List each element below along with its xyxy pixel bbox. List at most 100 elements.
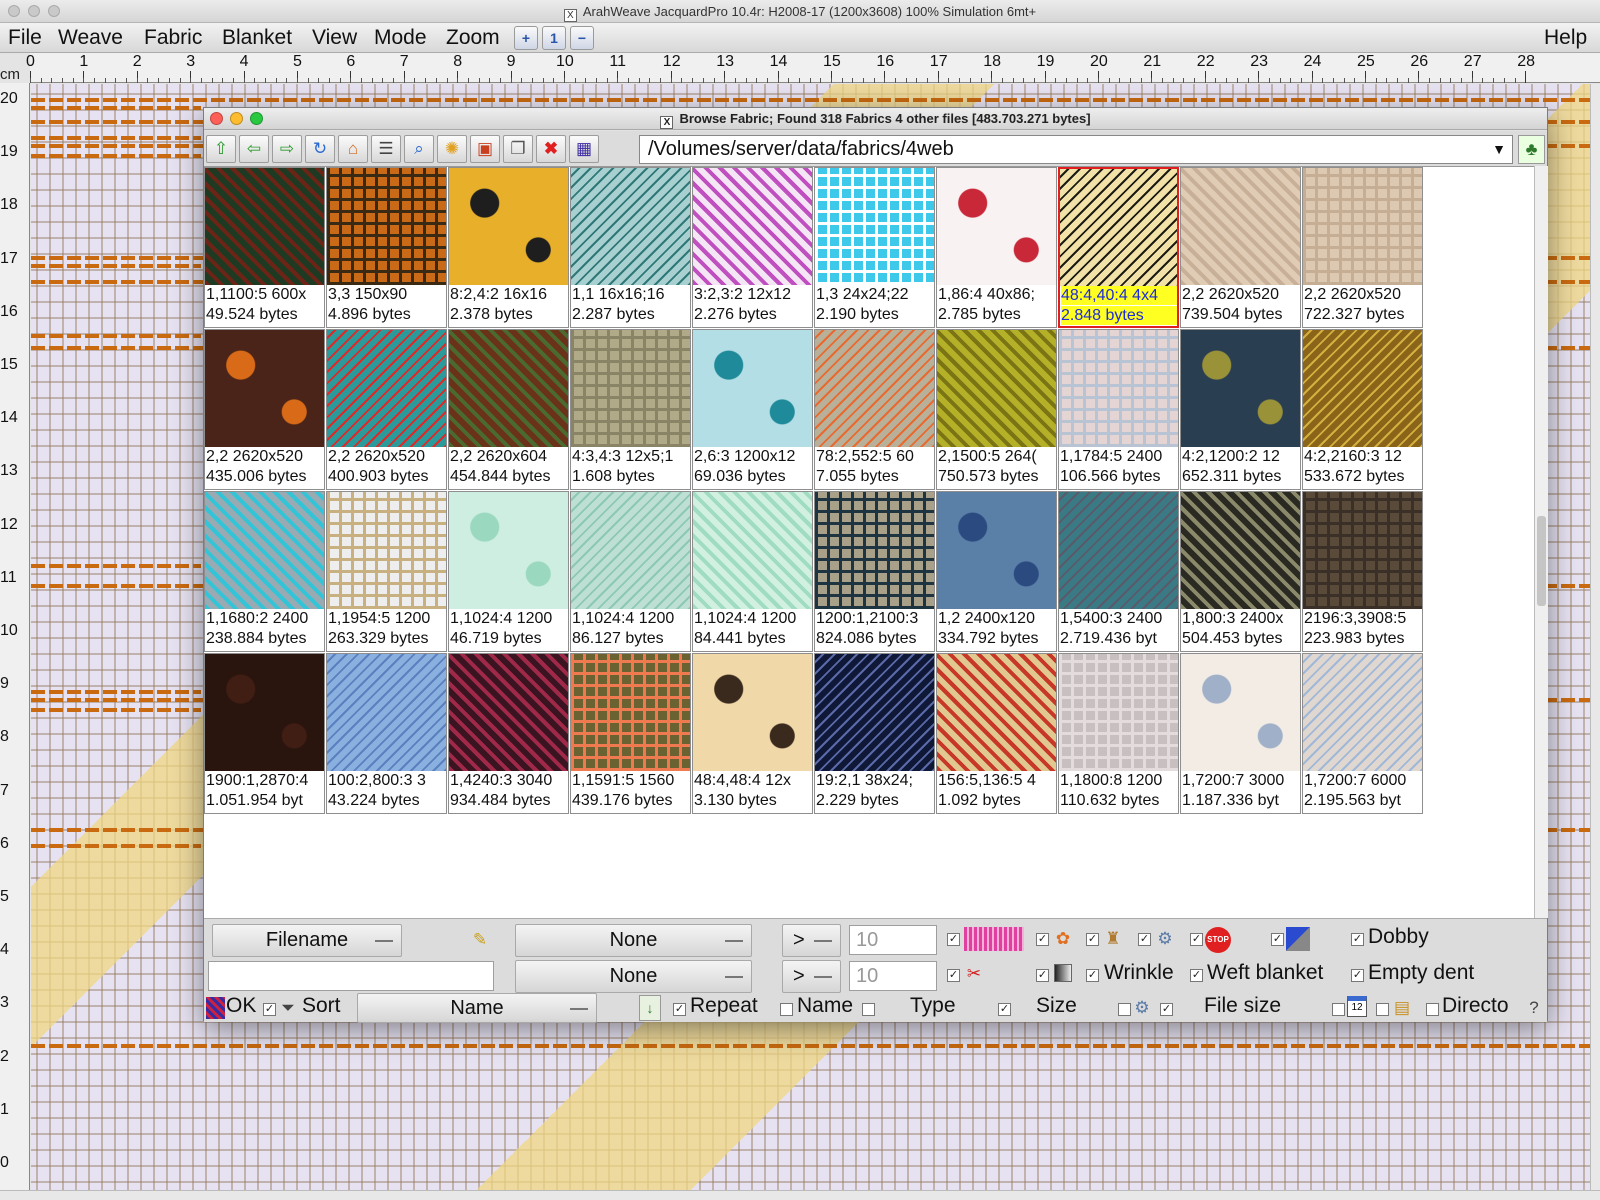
- fabric-thumbnail[interactable]: 1,1591:5 1560 439.176 bytes: [570, 653, 691, 814]
- dialog-minimize-button[interactable]: [230, 112, 243, 125]
- filter-combo-2[interactable]: None: [515, 960, 752, 993]
- checkbox-size[interactable]: ✓: [998, 1003, 1011, 1016]
- preview-icon[interactable]: ⌕: [404, 135, 434, 163]
- checkbox-pattern[interactable]: ✓: [947, 933, 960, 946]
- fabric-thumbnail[interactable]: 1,7200:7 3000 1.187.336 byt: [1180, 653, 1301, 814]
- fabric-thumbnail[interactable]: 3:2,3:2 12x12 2.276 bytes: [692, 167, 813, 328]
- checkbox-name[interactable]: [780, 1003, 793, 1016]
- fabric-thumbnail[interactable]: 1900:1,2870:4 1.051.954 byt: [204, 653, 325, 814]
- filter-value-2[interactable]: 10: [849, 961, 937, 991]
- window-minimize-button[interactable]: [28, 5, 40, 17]
- fabric-thumbnail[interactable]: 1,1680:2 2400 238.884 bytes: [204, 491, 325, 652]
- fabric-thumbnail[interactable]: 1,3 24x24;22 2.190 bytes: [814, 167, 935, 328]
- checkbox-file-size[interactable]: ✓: [1160, 1003, 1173, 1016]
- zoom-out-icon[interactable]: −: [570, 26, 594, 50]
- fabric-thumbnail[interactable]: 1,1800:8 1200 110.632 bytes: [1058, 653, 1179, 814]
- fabric-thumbnail[interactable]: 1,1100:5 600x 49.524 bytes: [204, 167, 325, 328]
- fabric-thumbnail[interactable]: 1,1954:5 1200 263.329 bytes: [326, 491, 447, 652]
- checkbox-date[interactable]: [1332, 1003, 1345, 1016]
- fabric-thumbnail[interactable]: 1,1 16x16;16 2.287 bytes: [570, 167, 691, 328]
- checkbox-directory[interactable]: [1426, 1003, 1439, 1016]
- fabric-thumbnail[interactable]: 1,86:4 40x86; 2.785 bytes: [936, 167, 1057, 328]
- checkbox-blanket[interactable]: ✓: [1271, 933, 1284, 946]
- checkbox-wrinkle[interactable]: ✓: [1086, 969, 1099, 982]
- checkbox-weft-blanket[interactable]: ✓: [1190, 969, 1203, 982]
- list-view-icon[interactable]: ☰: [371, 135, 401, 163]
- checkbox-sort[interactable]: ✓: [263, 1003, 276, 1016]
- menu-fabric[interactable]: Fabric: [144, 25, 202, 51]
- fabric-thumbnail[interactable]: 48:4,40:4 4x4 2.848 bytes: [1058, 167, 1179, 328]
- fabric-thumbnail[interactable]: 1,1024:4 1200 84.441 bytes: [692, 491, 813, 652]
- fabric-thumbnail[interactable]: 4:2,2160:3 12 533.672 bytes: [1302, 329, 1423, 490]
- menu-file[interactable]: File: [8, 25, 42, 51]
- checkbox-repeat[interactable]: ✓: [673, 1003, 686, 1016]
- home-icon[interactable]: ⌂: [338, 135, 368, 163]
- fabric-thumbnail[interactable]: 4:2,1200:2 12 652.311 bytes: [1180, 329, 1301, 490]
- fabric-thumbnail[interactable]: 2196:3,3908:5 223.983 bytes: [1302, 491, 1423, 652]
- arrow-up-icon[interactable]: ⇧: [206, 135, 236, 163]
- fabric-thumbnail[interactable]: 1,1784:5 2400 106.566 bytes: [1058, 329, 1179, 490]
- fabric-icon[interactable]: ▦: [569, 135, 599, 163]
- fabric-thumbnail[interactable]: 48:4,48:4 12x 3.130 bytes: [692, 653, 813, 814]
- broom-icon[interactable]: ✎: [468, 928, 492, 952]
- checkbox-gears[interactable]: ✓: [1138, 933, 1151, 946]
- fabric-thumbnail[interactable]: 1,7200:7 6000 2.195.563 byt: [1302, 653, 1423, 814]
- sort-by-select[interactable]: Name: [357, 993, 597, 1023]
- grid-scrollbar[interactable]: [1534, 166, 1548, 918]
- checkbox-color[interactable]: ✓: [1036, 933, 1049, 946]
- filter-text-input[interactable]: [208, 961, 494, 991]
- fabric-thumbnail[interactable]: 2,2 2620x520 739.504 bytes: [1180, 167, 1301, 328]
- menu-blanket[interactable]: Blanket: [222, 25, 292, 51]
- horizontal-scrollbar[interactable]: [0, 1190, 1600, 1200]
- window-zoom-button[interactable]: [48, 5, 60, 17]
- path-dropdown-icon[interactable]: ▼: [1487, 136, 1511, 163]
- copy-icon[interactable]: ❐: [503, 135, 533, 163]
- filter-field-select[interactable]: Filename: [212, 924, 402, 957]
- refresh-icon[interactable]: ↻: [305, 135, 335, 163]
- sort-direction-icon[interactable]: ↓: [639, 995, 661, 1021]
- fabric-thumbnail[interactable]: 3,3 150x90 4.896 bytes: [326, 167, 447, 328]
- fabric-thumbnail[interactable]: 2,6:3 1200x12 69.036 bytes: [692, 329, 813, 490]
- fabric-thumbnail[interactable]: 1,2 2400x120 334.792 bytes: [936, 491, 1057, 652]
- fabric-thumbnail[interactable]: 78:2,552:5 60 7.055 bytes: [814, 329, 935, 490]
- fabric-thumbnail[interactable]: 2,2 2620x520 400.903 bytes: [326, 329, 447, 490]
- window-close-button[interactable]: [8, 5, 20, 17]
- zoom-reset-icon[interactable]: 1: [542, 26, 566, 50]
- dialog-close-button[interactable]: [210, 112, 223, 125]
- path-input[interactable]: /Volumes/server/data/fabrics/4web: [639, 135, 1513, 164]
- fabric-thumbnail[interactable]: 19:2,1 38x24; 2.229 bytes: [814, 653, 935, 814]
- arrow-left-icon[interactable]: ⇦: [239, 135, 269, 163]
- image-icon[interactable]: ▣: [470, 135, 500, 163]
- checkbox-empty-dent[interactable]: ✓: [1351, 969, 1364, 982]
- checkbox-gradient[interactable]: ✓: [1036, 969, 1049, 982]
- fabric-thumbnail[interactable]: 1,4240:3 3040 934.484 bytes: [448, 653, 569, 814]
- vertical-scrollbar[interactable]: [1590, 84, 1600, 1190]
- fabric-thumbnail[interactable]: 2,2 2620x604 454.844 bytes: [448, 329, 569, 490]
- help-circle-icon[interactable]: ?: [1522, 996, 1546, 1020]
- arrow-right-icon[interactable]: ⇨: [272, 135, 302, 163]
- fabric-thumbnail[interactable]: 1,1024:4 1200 46.719 bytes: [448, 491, 569, 652]
- checkbox-scissors[interactable]: ✓: [947, 969, 960, 982]
- checkbox-stamp[interactable]: ✓: [1086, 933, 1099, 946]
- fabric-thumbnail[interactable]: 2,2 2620x520 722.327 bytes: [1302, 167, 1423, 328]
- fabric-thumbnail[interactable]: 1,5400:3 2400 2.719.436 byt: [1058, 491, 1179, 652]
- grid-scrollbar-thumb[interactable]: [1537, 516, 1546, 606]
- checkbox-dobby[interactable]: ✓: [1351, 933, 1364, 946]
- fabric-thumbnail[interactable]: 1,800:3 2400x 504.453 bytes: [1180, 491, 1301, 652]
- filter-operator-1[interactable]: >: [782, 924, 841, 957]
- fabric-thumbnail[interactable]: 1,1024:4 1200 86.127 bytes: [570, 491, 691, 652]
- menu-weave[interactable]: Weave: [58, 25, 123, 51]
- menu-mode[interactable]: Mode: [374, 25, 427, 51]
- fabric-thumbnail[interactable]: 2,2 2620x520 435.006 bytes: [204, 329, 325, 490]
- menu-zoom[interactable]: Zoom: [446, 25, 500, 51]
- menu-help[interactable]: Help: [1544, 25, 1587, 51]
- fabric-thumbnail[interactable]: 100:2,800:3 3 43.224 bytes: [326, 653, 447, 814]
- delete-icon[interactable]: ✖: [536, 135, 566, 163]
- filter-operator-2[interactable]: >: [782, 960, 841, 993]
- fabric-thumbnail[interactable]: 2,1500:5 264(750.573 bytes: [936, 329, 1057, 490]
- checkbox-stop[interactable]: ✓: [1190, 933, 1203, 946]
- fabric-thumbnail[interactable]: 1200:1,2100:3 824.086 bytes: [814, 491, 935, 652]
- fabric-thumbnail[interactable]: 8:2,4:2 16x16 2.378 bytes: [448, 167, 569, 328]
- ok-button[interactable]: OK: [226, 994, 256, 1018]
- zoom-in-icon[interactable]: +: [514, 26, 538, 50]
